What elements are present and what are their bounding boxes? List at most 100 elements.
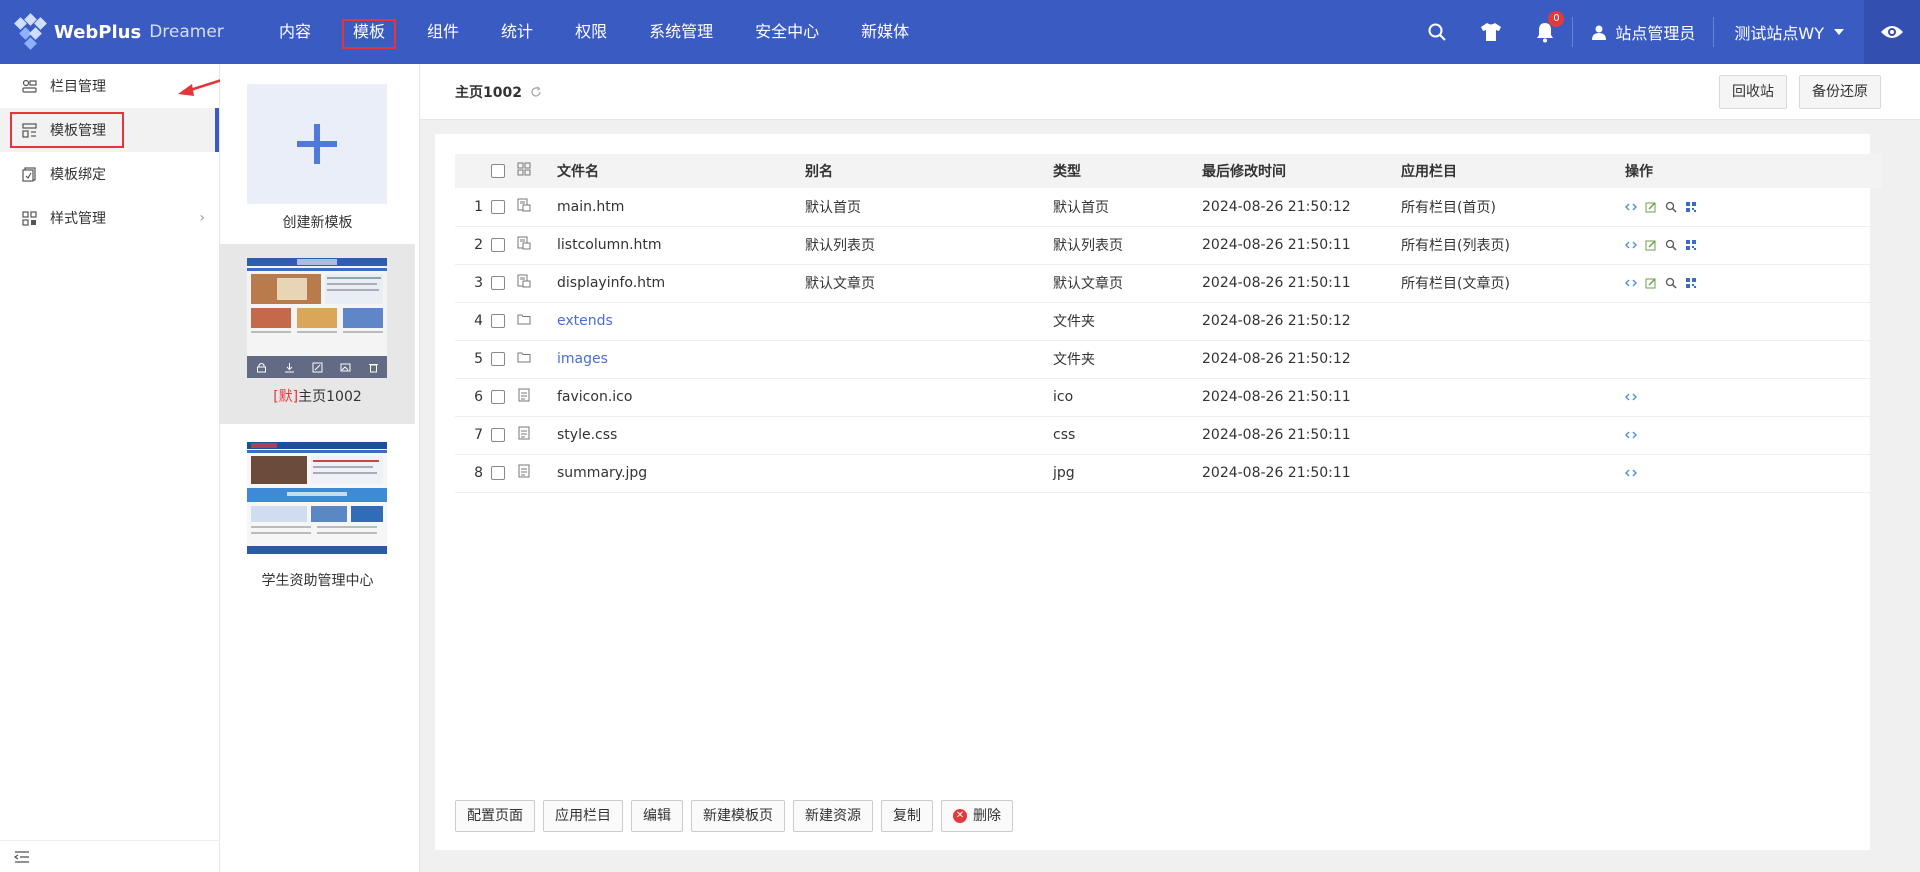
- column-header-alias[interactable]: 别名: [801, 154, 1049, 188]
- column-header-modified[interactable]: 最后修改时间: [1198, 154, 1397, 188]
- row-number: 5: [455, 340, 487, 379]
- sidebar-item-label: 栏目管理: [50, 79, 106, 95]
- template-thumbnail: [247, 258, 387, 378]
- qrcode-icon[interactable]: [1685, 277, 1697, 289]
- row-checkbox[interactable]: [491, 390, 505, 404]
- qrcode-icon[interactable]: [1685, 239, 1697, 251]
- applied-column: [1397, 302, 1621, 341]
- file-name: favicon.ico: [557, 389, 633, 405]
- logo-text: WebPlus: [54, 21, 142, 43]
- action-bar: 配置页面 应用栏目 编辑 新建模板页 新建资源 复制 ✕ 删除: [455, 800, 1013, 832]
- button-label: 应用栏目: [555, 808, 611, 824]
- site-switcher[interactable]: 测试站点WY: [1713, 17, 1864, 47]
- delete-button[interactable]: ✕ 删除: [941, 800, 1013, 832]
- row-checkbox[interactable]: [491, 199, 505, 214]
- nav-item-3[interactable]: 统计: [480, 0, 554, 64]
- configure-page-button[interactable]: 配置页面: [455, 800, 535, 832]
- nav-item-6[interactable]: 安全中心: [734, 0, 840, 64]
- table-row[interactable]: 3 displayinfo.htm 默认文章页 默认文章页 2024-08-26 21:…: [455, 264, 1882, 303]
- template-name-text: 学生资助管理中心: [261, 573, 374, 589]
- table-row[interactable]: 1 main.htm 默认首页 默认首页 2024-08-26 21:50:12 所有栏目…: [455, 188, 1882, 227]
- row-checkbox[interactable]: [491, 428, 505, 442]
- code-icon[interactable]: [1625, 430, 1637, 440]
- table-row[interactable]: 8 summary.jpg jpg 2024-08-26 21:50:11: [455, 454, 1882, 493]
- applied-column: 所有栏目(文章页): [1397, 264, 1621, 303]
- applied-column: [1397, 454, 1621, 493]
- download-icon[interactable]: [284, 362, 295, 373]
- preview-button[interactable]: [1864, 0, 1920, 64]
- nav-item-1[interactable]: 模板: [332, 0, 406, 64]
- image-icon[interactable]: [340, 362, 351, 373]
- table-row[interactable]: 4 extends 文件夹 2024-08-26 21:50:12: [455, 302, 1882, 341]
- new-template-page-button[interactable]: 新建模板页: [691, 800, 785, 832]
- file-type: 默认列表页: [1049, 226, 1198, 265]
- code-icon[interactable]: [1625, 278, 1637, 288]
- row-checkbox[interactable]: [491, 314, 505, 328]
- row-checkbox[interactable]: [491, 276, 505, 290]
- sidebar-item-style-manage[interactable]: 样式管理 ›: [0, 196, 219, 240]
- nav-item-4[interactable]: 权限: [554, 0, 628, 64]
- page-title-text: 主页1002: [455, 85, 522, 101]
- user-menu[interactable]: 站点管理员: [1572, 17, 1713, 47]
- file-type: ico: [1049, 378, 1198, 417]
- select-all-checkbox[interactable]: [491, 164, 505, 178]
- template-binding-icon: [22, 166, 38, 182]
- table-row[interactable]: 5 images 文件夹 2024-08-26 21:50:12: [455, 340, 1882, 379]
- file-alias: 默认列表页: [801, 226, 1049, 265]
- table-row[interactable]: 7 style.css css 2024-08-26 21:50:11: [455, 416, 1882, 455]
- edit-icon[interactable]: [1645, 239, 1657, 251]
- edit-icon[interactable]: [1645, 201, 1657, 213]
- nav-item-7[interactable]: 新媒体: [840, 0, 930, 64]
- nav-item-2[interactable]: 组件: [406, 0, 480, 64]
- file-alias: 默认首页: [801, 188, 1049, 227]
- grid-view-icon[interactable]: [517, 162, 531, 176]
- qrcode-icon[interactable]: [1685, 201, 1697, 213]
- file-name[interactable]: extends: [557, 313, 613, 329]
- modified-time: 2024-08-26 21:50:12: [1198, 340, 1397, 379]
- sidebar-item-column-manage[interactable]: 栏目管理: [0, 64, 219, 108]
- column-header-filename[interactable]: 文件名: [553, 154, 801, 188]
- edit-button[interactable]: 编辑: [631, 800, 683, 832]
- row-checkbox[interactable]: [491, 466, 505, 480]
- search-icon[interactable]: [1665, 239, 1677, 251]
- search-icon[interactable]: [1665, 201, 1677, 213]
- nav-item-0[interactable]: 内容: [258, 0, 332, 64]
- template-card-student-aid[interactable]: 学生资助管理中心: [220, 434, 415, 614]
- backup-restore-button[interactable]: 备份还原: [1799, 75, 1881, 109]
- trash-icon[interactable]: [368, 362, 379, 373]
- code-icon[interactable]: [1625, 202, 1637, 212]
- column-header-type[interactable]: 类型: [1049, 154, 1198, 188]
- site-label: 测试站点WY: [1734, 24, 1824, 43]
- new-resource-button[interactable]: 新建资源: [793, 800, 873, 832]
- search-icon[interactable]: [1665, 277, 1677, 289]
- create-template-button[interactable]: [247, 84, 387, 204]
- row-checkbox[interactable]: [491, 238, 505, 252]
- table-row[interactable]: 2 listcolumn.htm 默认列表页 默认列表页 2024-08-26 21:5…: [455, 226, 1882, 265]
- sidebar-collapse-button[interactable]: [0, 840, 220, 872]
- refresh-icon[interactable]: [530, 86, 542, 98]
- logo[interactable]: WebPlus Dreamer: [0, 0, 250, 64]
- row-actions: [1625, 277, 1878, 289]
- copy-button[interactable]: 复制: [881, 800, 933, 832]
- template-card-main[interactable]: [默]主页1002: [220, 244, 415, 424]
- logo-icon: [14, 13, 48, 50]
- edit-icon[interactable]: [312, 362, 323, 373]
- code-icon[interactable]: [1625, 468, 1637, 478]
- code-icon[interactable]: [1625, 240, 1637, 250]
- edit-icon[interactable]: [1645, 277, 1657, 289]
- main-nav: 内容 模板 组件 统计 权限 系统管理 安全中心 新媒体: [258, 0, 930, 64]
- sidebar-item-template-manage[interactable]: 模板管理: [0, 108, 219, 152]
- bell-icon[interactable]: 0: [1534, 11, 1565, 43]
- apply-column-button[interactable]: 应用栏目: [543, 800, 623, 832]
- sidebar-item-template-binding[interactable]: 模板绑定: [0, 152, 219, 196]
- column-header-applied-column[interactable]: 应用栏目: [1397, 154, 1621, 188]
- nav-item-5[interactable]: 系统管理: [628, 0, 734, 64]
- code-icon[interactable]: [1625, 392, 1637, 402]
- recycle-bin-button[interactable]: 回收站: [1719, 75, 1787, 109]
- shirt-icon[interactable]: [1480, 21, 1502, 43]
- lock-icon[interactable]: [256, 362, 267, 373]
- file-name[interactable]: images: [557, 351, 608, 367]
- search-icon[interactable]: [1426, 21, 1448, 43]
- row-checkbox[interactable]: [491, 352, 505, 366]
- table-row[interactable]: 6 favicon.ico ico 2024-08-26 21:50:11: [455, 378, 1882, 417]
